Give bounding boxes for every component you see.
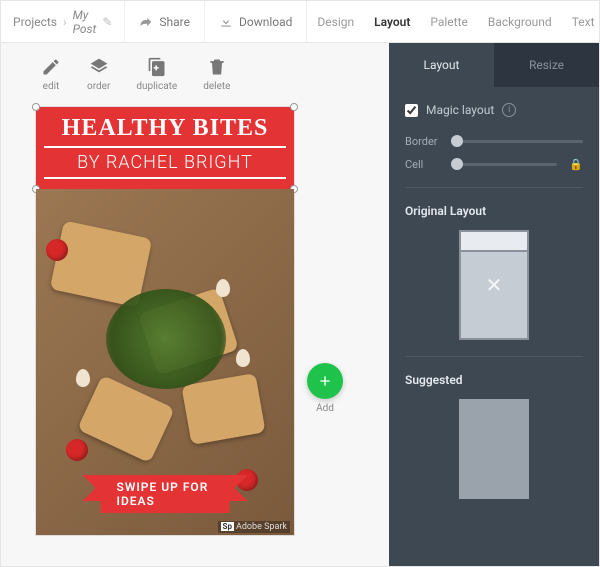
divider (405, 187, 583, 188)
post-title: HEALTHY BITES (44, 115, 286, 142)
order-tool[interactable]: order (87, 57, 110, 92)
add-fab: Add (307, 363, 343, 414)
breadcrumb-current[interactable]: My Post (73, 8, 97, 36)
add-button[interactable] (307, 363, 343, 399)
original-layout-title: Original Layout (405, 204, 583, 218)
tab-layout[interactable]: Layout (364, 1, 420, 42)
watermark: SpAdobe Spark (218, 521, 290, 533)
shuffle-icon: ✕ (486, 273, 503, 297)
top-tabs: Design Layout Palette Background Text (307, 1, 600, 42)
divider (405, 356, 583, 357)
tab-text[interactable]: Text (562, 1, 600, 42)
tab-palette[interactable]: Palette (420, 1, 478, 42)
canvas-area: edit order duplicate delete HEALTHY BITE… (1, 43, 389, 566)
magic-layout-checkbox[interactable] (405, 104, 418, 117)
panel-tab-layout[interactable]: Layout (389, 43, 494, 87)
panel-tabs: Layout Resize (389, 43, 599, 87)
original-layout-thumb[interactable]: ✕ (459, 230, 529, 340)
magic-layout-row: Magic layout i (405, 103, 583, 117)
cell-slider-row: Cell 🔒 (405, 158, 583, 171)
edit-tool[interactable]: edit (41, 57, 61, 92)
border-slider[interactable] (451, 140, 583, 143)
tool-row: edit order duplicate delete (41, 57, 389, 92)
slider-thumb[interactable] (451, 158, 463, 170)
top-bar: Projects › My Post ✎ Share Download Desi… (1, 1, 599, 43)
suggested-title: Suggested (405, 373, 583, 387)
download-button[interactable]: Download (205, 1, 307, 42)
selection-handle[interactable] (32, 103, 40, 111)
suggested-layout-thumb[interactable] (459, 399, 529, 499)
title-block[interactable]: HEALTHY BITES BY RACHEL BRIGHT (36, 107, 294, 189)
side-panel: Layout Resize Magic layout i Border Cell… (389, 43, 599, 566)
download-icon (219, 15, 233, 29)
watermark-text: Adobe Spark (236, 522, 287, 532)
duplicate-icon (147, 57, 167, 77)
border-slider-row: Border (405, 135, 583, 148)
breadcrumb: Projects › My Post ✎ (1, 1, 125, 42)
delete-tool[interactable]: delete (203, 57, 230, 92)
panel-body: Magic layout i Border Cell 🔒 Original La… (389, 87, 599, 566)
plus-icon (317, 373, 333, 389)
tab-background[interactable]: Background (478, 1, 562, 42)
cell-slider[interactable] (451, 163, 557, 166)
lock-icon[interactable]: 🔒 (569, 158, 583, 171)
share-button[interactable]: Share (125, 1, 205, 42)
workspace: edit order duplicate delete HEALTHY BITE… (1, 43, 599, 566)
panel-tab-resize[interactable]: Resize (494, 43, 599, 87)
breadcrumb-root[interactable]: Projects (13, 15, 57, 29)
share-label: Share (159, 15, 190, 29)
cell-label: Cell (405, 158, 441, 171)
watermark-badge: Sp (221, 522, 234, 531)
layout-thumb-bar (461, 232, 527, 252)
ribbon-banner: SWIPE UP FOR IDEAS (101, 475, 230, 513)
slider-thumb[interactable] (451, 135, 463, 147)
post-subtitle: BY RACHEL BRIGHT (44, 146, 286, 179)
magic-layout-label: Magic layout (426, 103, 494, 117)
post-image[interactable]: SWIPE UP FOR IDEAS SpAdobe Spark (36, 189, 294, 535)
tab-design[interactable]: Design (307, 1, 364, 42)
pencil-icon (41, 57, 61, 77)
layers-icon (89, 57, 109, 77)
share-icon (139, 15, 153, 29)
tool-label: edit (43, 81, 60, 92)
pencil-icon[interactable]: ✎ (102, 15, 112, 29)
tool-label: delete (203, 81, 230, 92)
tool-label: order (87, 81, 110, 92)
download-label: Download (239, 15, 292, 29)
trash-icon (207, 57, 227, 77)
selection-handle[interactable] (290, 103, 298, 111)
info-icon[interactable]: i (502, 103, 516, 117)
tool-label: duplicate (136, 81, 177, 92)
canvas-post[interactable]: HEALTHY BITES BY RACHEL BRIGHT SWIPE UP … (35, 106, 295, 536)
duplicate-tool[interactable]: duplicate (136, 57, 177, 92)
add-label: Add (316, 403, 334, 414)
border-label: Border (405, 135, 441, 148)
chevron-right-icon: › (63, 15, 67, 29)
